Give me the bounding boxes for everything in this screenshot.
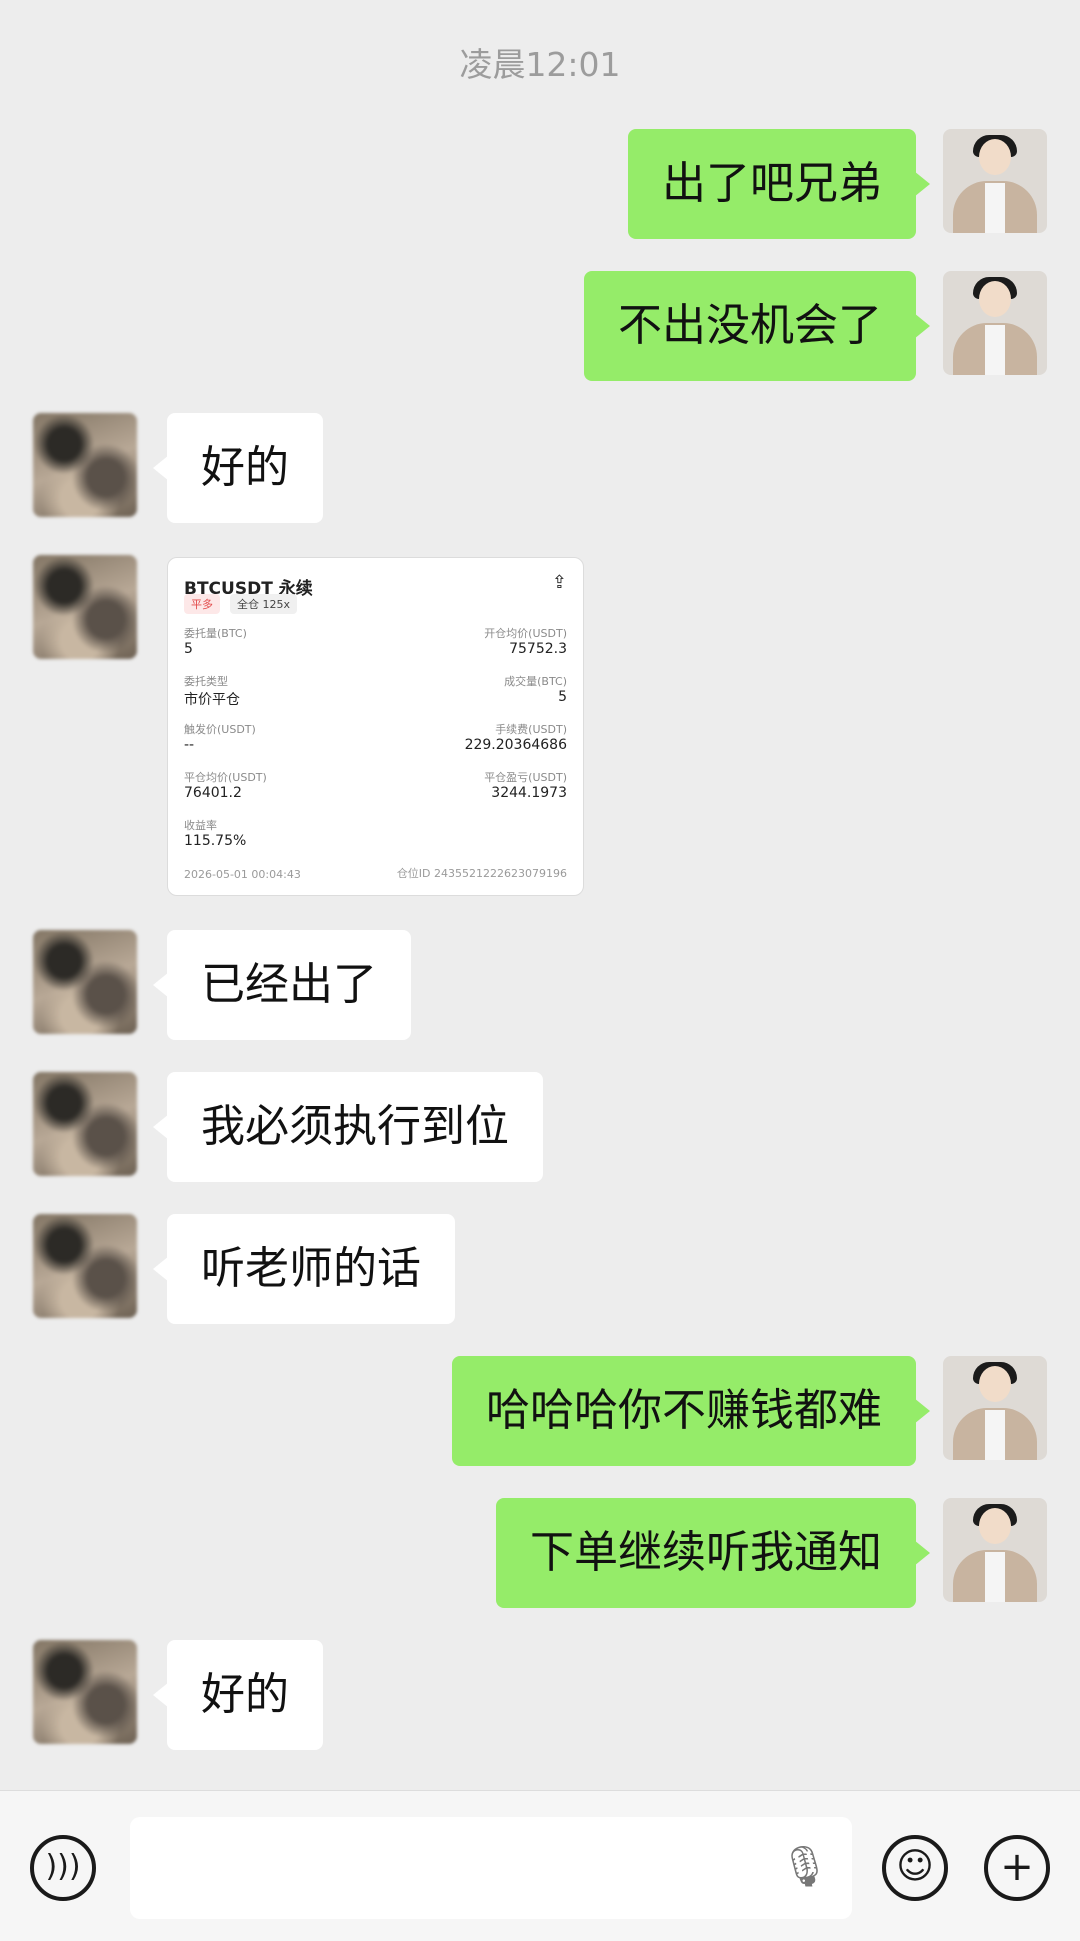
close-avg-label: 平仓均价(USDT) bbox=[184, 771, 267, 784]
filled-label: 成交量(BTC) bbox=[504, 675, 567, 688]
message-bubble[interactable]: 听老师的话 bbox=[153, 1214, 455, 1324]
filled-value: 5 bbox=[558, 689, 567, 705]
pnl-label: 平仓盈亏(USDT) bbox=[484, 771, 567, 784]
side-tag: 平多 bbox=[184, 594, 220, 614]
position-id: 仓位ID 2435521222623079196 bbox=[396, 867, 567, 880]
mic-icon[interactable]: 🎙 bbox=[779, 1843, 830, 1890]
open-avg-label: 开仓均价(USDT) bbox=[484, 627, 567, 640]
contact-avatar[interactable] bbox=[33, 413, 137, 517]
message-bubble[interactable]: 哈哈哈你不赚钱都难 bbox=[452, 1356, 930, 1466]
contact-avatar[interactable] bbox=[33, 930, 137, 1034]
self-avatar[interactable] bbox=[943, 1356, 1047, 1460]
share-icon[interactable]: ⇪ bbox=[552, 572, 567, 593]
close-avg-value: 76401.2 bbox=[184, 785, 242, 801]
roi-label: 收益率 bbox=[184, 819, 217, 832]
self-avatar[interactable] bbox=[943, 1498, 1047, 1602]
open-avg-value: 75752.3 bbox=[509, 641, 567, 657]
plus-icon[interactable]: + bbox=[984, 1835, 1050, 1901]
pnl-value: 3244.1973 bbox=[491, 785, 567, 801]
roi-value: 115.75% bbox=[184, 833, 247, 849]
margin-tag: 全仓 125x bbox=[230, 594, 298, 614]
message-bubble[interactable]: 我必须执行到位 bbox=[153, 1072, 543, 1182]
message-bubble[interactable]: 好的 bbox=[153, 1640, 323, 1750]
message-input[interactable]: 🎙 bbox=[130, 1817, 852, 1919]
self-avatar[interactable] bbox=[943, 129, 1047, 233]
order-qty-value: 5 bbox=[184, 641, 193, 657]
message-text: 下单继续听我通知 bbox=[530, 1527, 882, 1578]
message-bubble[interactable]: 下单继续听我通知 bbox=[496, 1498, 930, 1608]
self-avatar[interactable] bbox=[943, 271, 1047, 375]
order-qty-label: 委托量(BTC) bbox=[184, 627, 247, 640]
fee-label: 手续费(USDT) bbox=[495, 723, 567, 736]
message-bubble[interactable]: 好的 bbox=[153, 413, 323, 523]
order-type-value: 市价平仓 bbox=[184, 692, 240, 708]
order-type-label: 委托类型 bbox=[184, 675, 228, 688]
message-bubble[interactable]: 已经出了 bbox=[153, 930, 411, 1040]
contact-avatar[interactable] bbox=[33, 1640, 137, 1744]
trigger-value: -- bbox=[184, 737, 195, 753]
message-bubble[interactable]: 不出没机会了 bbox=[584, 271, 930, 381]
contact-avatar[interactable] bbox=[33, 1072, 137, 1176]
contact-avatar[interactable] bbox=[33, 1214, 137, 1318]
emoji-icon[interactable]: ☺ bbox=[882, 1835, 948, 1901]
message-bubble[interactable]: 出了吧兄弟 bbox=[628, 129, 930, 239]
contact-avatar[interactable] bbox=[33, 555, 137, 659]
order-card[interactable]: BTCUSDT 永续 ⇪ 平多 全仓 125x 委托量(BTC) 5 开仓均价(… bbox=[167, 557, 584, 896]
trigger-label: 触发价(USDT) bbox=[184, 723, 256, 736]
input-bar: ))) 🎙 ☺ + bbox=[0, 1790, 1080, 1941]
card-datetime: 2026-05-01 00:04:43 bbox=[184, 868, 301, 881]
chat-timestamp: 凌晨12:01 bbox=[459, 45, 621, 84]
fee-value: 229.20364686 bbox=[464, 737, 567, 753]
voice-icon[interactable]: ))) bbox=[30, 1835, 96, 1901]
